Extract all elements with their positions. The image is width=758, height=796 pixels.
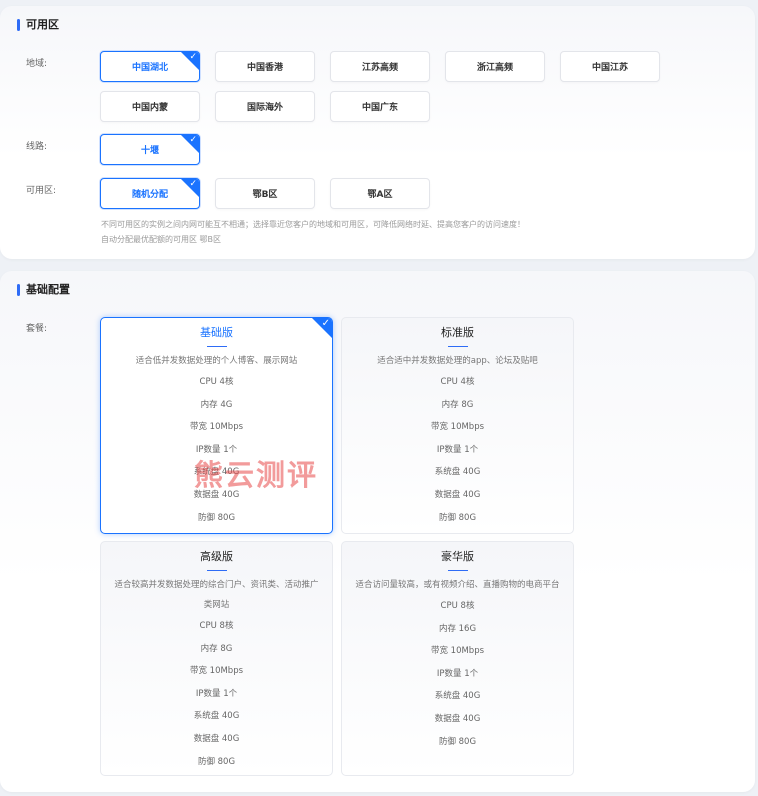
plan-spec-ip: IP数量 1个 [195, 688, 238, 699]
region-option-zhejiang-hf[interactable]: 浙江高频 [445, 51, 545, 82]
plan-card-advanced[interactable]: 高级版 适合较高并发数据处理的综合门户、资讯类、活动推广类网站 CPU 8核 内… [100, 541, 333, 776]
plan-spec-defense: 防御 80G [197, 512, 236, 523]
section-title: 基础配置 [17, 283, 70, 297]
plan-name: 标准版 [441, 326, 474, 339]
plan-description: 适合低并发数据处理的个人博客、展示网站 [135, 356, 298, 366]
plan-spec-cpu: CPU 4核 [440, 377, 475, 387]
region-option-label: 中国湖北 [131, 63, 168, 73]
region-option-label: 中国内蒙 [131, 103, 168, 113]
availability-section: 可用区 地域: 中国湖北 ✓ 中国香港 江苏高频 浙江高频 中国江苏 中国内蒙 … [0, 6, 755, 259]
plan-spec-bandwidth: 带宽 10Mbps [189, 422, 244, 433]
plan-spec-ip: IP数量 1个 [195, 444, 238, 455]
plan-spec-memory: 内存 8G [441, 399, 474, 410]
plan-spec-ip: IP数量 1个 [436, 668, 479, 679]
check-icon: ✓ [189, 135, 197, 145]
plan-spec-memory: 内存 16G [438, 623, 477, 634]
zone-option-label: 鄂A区 [367, 190, 393, 200]
check-icon: ✓ [189, 179, 197, 189]
plan-card-basic[interactable]: 基础版 适合低并发数据处理的个人博客、展示网站 CPU 4核 内存 4G 带宽 … [100, 317, 333, 534]
plan-spec-system-disk: 系统盘 40G [434, 467, 481, 478]
check-icon: ✓ [189, 52, 197, 62]
plan-card-standard[interactable]: 标准版 适合适中并发数据处理的app、论坛及贴吧 CPU 4核 内存 8G 带宽… [341, 317, 574, 534]
region-option-jiangsu-hf[interactable]: 江苏高频 [330, 51, 430, 82]
line-option-shiyan[interactable]: 十堰 ✓ [100, 134, 200, 165]
zone-option-e-a[interactable]: 鄂A区 [330, 178, 430, 209]
plan-description: 适合较高并发数据处理的综合门户、资讯类、活动推广类网站 [114, 580, 319, 610]
plan-divider [206, 570, 227, 571]
plan-card-deluxe[interactable]: 豪华版 适合访问量较高，或有视频介绍、直播购物的电商平台 CPU 8核 内存 1… [341, 541, 574, 776]
region-option-neimeng[interactable]: 中国内蒙 [100, 91, 200, 122]
plan-spec-defense: 防御 80G [438, 736, 477, 747]
region-option-label: 浙江高频 [476, 63, 513, 73]
plan-spec-memory: 内存 4G [200, 399, 233, 410]
plan-name: 豪华版 [441, 550, 474, 563]
plan-spec-data-disk: 数据盘 40G [434, 489, 481, 500]
check-icon: ✓ [321, 318, 330, 329]
zone-hint: 不同可用区的实例之间内网可能互不相通；选择靠近您客户的地域和可用区，可降低网络时… [101, 220, 525, 229]
region-option-guangdong[interactable]: 中国广东 [330, 91, 430, 122]
region-option-label: 国际海外 [246, 103, 283, 113]
plan-spec-defense: 防御 80G [197, 756, 236, 767]
plan-spec-bandwidth: 带宽 10Mbps [430, 646, 485, 657]
plan-spec-data-disk: 数据盘 40G [434, 713, 481, 724]
plan-spec-system-disk: 系统盘 40G [434, 691, 481, 702]
region-option-overseas[interactable]: 国际海外 [215, 91, 315, 122]
plan-description: 适合适中并发数据处理的app、论坛及贴吧 [377, 356, 538, 366]
plan-spec-system-disk: 系统盘 40G [193, 711, 240, 722]
plan-spec-system-disk: 系统盘 40G [193, 467, 240, 478]
plan-spec-bandwidth: 带宽 10Mbps [430, 422, 485, 433]
plan-spec-data-disk: 数据盘 40G [193, 489, 240, 500]
region-label: 地域: [26, 59, 48, 69]
plan-divider [206, 346, 227, 347]
region-option-label: 中国江苏 [591, 63, 628, 73]
plan-spec-bandwidth: 带宽 10Mbps [189, 666, 244, 677]
plan-spec-cpu: CPU 4核 [199, 377, 234, 387]
zone-auto-hint: 自动分配最优配额的可用区 鄂B区 [101, 235, 222, 244]
region-option-label: 中国广东 [361, 103, 398, 113]
plan-divider [447, 570, 468, 571]
zone-label: 可用区: [26, 186, 57, 196]
region-option-jiangsu[interactable]: 中国江苏 [560, 51, 660, 82]
base-config-section: 基础配置 套餐: 基础版 适合低并发数据处理的个人博客、展示网站 CPU 4核 … [0, 271, 755, 792]
plan-label: 套餐: [26, 324, 48, 334]
section-title: 可用区 [17, 18, 59, 32]
plan-name: 基础版 [200, 326, 233, 339]
plan-spec-cpu: CPU 8核 [440, 601, 475, 611]
zone-option-random[interactable]: 随机分配 ✓ [100, 178, 200, 209]
zone-option-e-b[interactable]: 鄂B区 [215, 178, 315, 209]
zone-option-label: 鄂B区 [252, 190, 278, 200]
line-label: 线路: [26, 142, 48, 152]
plan-spec-data-disk: 数据盘 40G [193, 733, 240, 744]
plan-name: 高级版 [200, 550, 233, 563]
plan-divider [447, 346, 468, 347]
plan-description: 适合访问量较高，或有视频介绍、直播购物的电商平台 [355, 580, 560, 590]
region-option-label: 江苏高频 [361, 63, 398, 73]
region-option-hongkong[interactable]: 中国香港 [215, 51, 315, 82]
zone-option-label: 随机分配 [131, 190, 168, 200]
plan-spec-cpu: CPU 8核 [199, 621, 234, 631]
region-option-label: 中国香港 [246, 63, 283, 73]
region-option-hubei[interactable]: 中国湖北 ✓ [100, 51, 200, 82]
plan-spec-memory: 内存 8G [200, 643, 233, 654]
line-option-label: 十堰 [140, 146, 159, 156]
plan-spec-ip: IP数量 1个 [436, 444, 479, 455]
plan-spec-defense: 防御 80G [438, 512, 477, 523]
